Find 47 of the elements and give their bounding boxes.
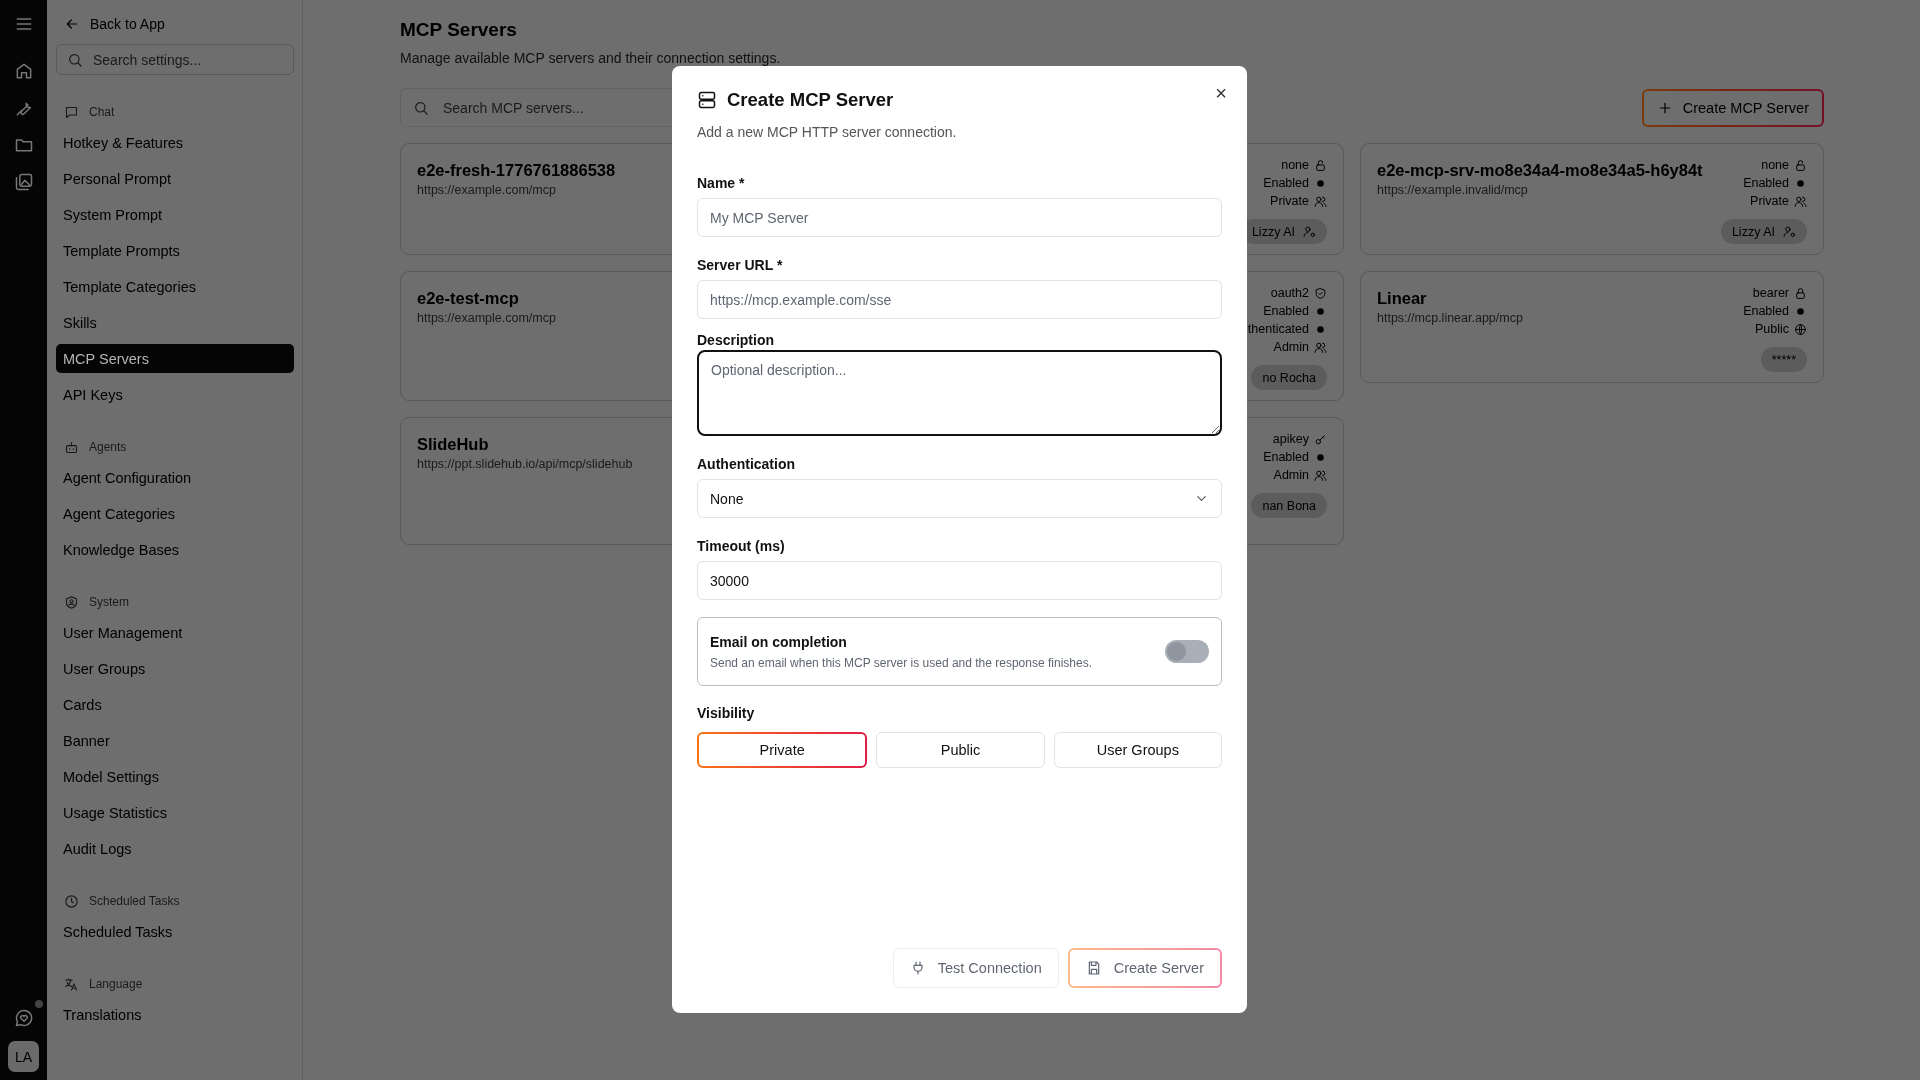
server-attribute: apikey [1272,432,1309,446]
dialog-title: Create MCP Server [727,88,894,112]
owner-chip: nan Bona [1251,493,1327,518]
server-name: SlideHub [417,435,490,454]
owner-chip: ***** [1760,347,1807,372]
field-label: Timeout (ms) [697,537,786,555]
server-name: e2e-test-mcp [417,289,520,308]
server-attribute: bearer [1752,286,1789,300]
server-attribute: none [1281,158,1309,172]
server-attribute: Enabled [1743,304,1789,318]
field-label: Authentication [697,455,796,473]
owner-chip: Lizzy AI [1720,219,1807,244]
server-attribute: Enabled [1263,176,1309,190]
server-url: https://ppt.slidehub.io/api/mcp/slidehub [417,457,633,471]
server-url: https://example.invalid/mcp [1377,183,1529,197]
server-attribute: Private [1750,194,1789,208]
server-attribute: Admin [1273,468,1309,482]
server-attribute: oauth2 [1270,286,1309,300]
page-title: MCP Servers [400,18,518,42]
dialog-subtitle: Add a new MCP HTTP server connection. [697,124,958,140]
setting-description: Send an email when this MCP server is used and the response finishes. [710,655,1092,670]
field-label: Description [697,331,775,349]
server-attribute: Admin [1273,340,1309,354]
section-heading: Scheduled Tasks [89,894,180,908]
section-heading: Language [89,977,143,991]
page-subtitle: Manage available MCP servers and their connection settings. [400,50,782,66]
section-heading: Agents [89,440,127,454]
owner-chip: no Rocha [1251,365,1327,390]
server-name: e2e-mcp-srv-mo8e34a4-mo8e34a5-h6y84t [1377,161,1703,180]
section-heading: System [89,595,129,609]
server-name: e2e-fresh-1776761886538 [417,161,616,180]
server-attribute: Private [1270,194,1309,208]
server-attribute: none [1761,158,1789,172]
server-attribute: Enabled [1263,304,1309,318]
field-label: Name * [697,174,746,192]
server-attribute: thenticated [1247,322,1309,336]
server-name: Linear [1377,289,1428,308]
section-heading: Chat [89,105,115,119]
server-attribute: Enabled [1263,450,1309,464]
server-attribute: Enabled [1743,176,1789,190]
server-url: https://example.com/mcp [417,183,557,197]
field-label: Server URL * [697,256,784,274]
server-url: https://mcp.linear.app/mcp [1377,311,1523,325]
setting-title: Email on completion [710,633,848,650]
field-label: Visibility [697,704,756,722]
server-attribute: Public [1754,322,1789,336]
server-url: https://example.com/mcp [417,311,556,325]
